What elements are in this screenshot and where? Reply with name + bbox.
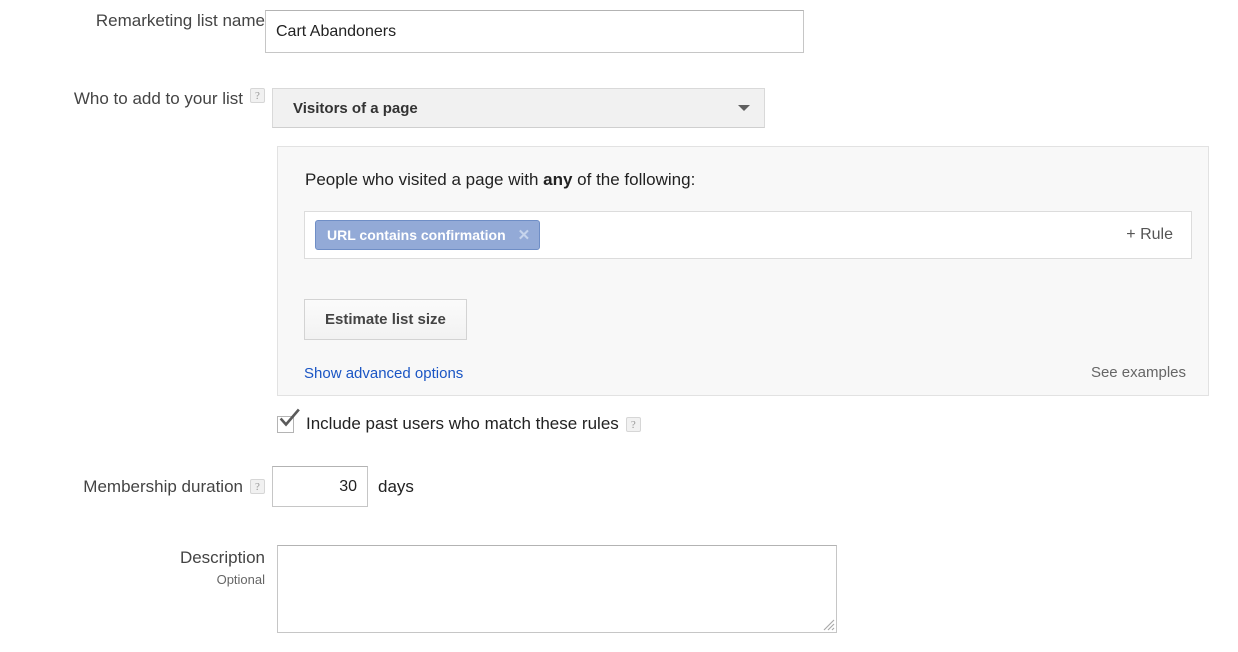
description-textarea[interactable]	[277, 545, 837, 633]
see-examples-link[interactable]: See examples	[1091, 364, 1186, 381]
rule-chip-container: URL contains confirmation ✕ + Rule	[304, 211, 1192, 259]
include-past-users-row: Include past users who match these rules…	[277, 414, 648, 434]
who-to-add-label: Who to add to your list	[0, 88, 243, 110]
remarketing-list-name-row: Remarketing list name	[0, 10, 804, 53]
checkmark-icon	[279, 410, 299, 430]
remarketing-list-name-input[interactable]	[265, 10, 804, 53]
who-to-add-row: Who to add to your list ? Visitors of a …	[0, 88, 765, 128]
rules-panel: People who visited a page with any of th…	[277, 146, 1209, 396]
who-to-add-help-icon[interactable]: ?	[250, 88, 265, 103]
membership-duration-help-icon[interactable]: ?	[250, 479, 265, 494]
remarketing-list-form: Remarketing list name Who to add to your…	[0, 0, 1238, 652]
chevron-down-icon	[738, 105, 750, 111]
who-to-add-dropdown[interactable]: Visitors of a page	[272, 88, 765, 128]
description-label: Description	[180, 548, 265, 567]
rules-heading-suffix: of the following:	[572, 170, 695, 189]
rule-chip[interactable]: URL contains confirmation ✕	[315, 220, 540, 250]
add-rule-button[interactable]: + Rule	[1126, 226, 1173, 244]
include-past-users-help-icon[interactable]: ?	[626, 417, 641, 432]
rules-heading-emphasis: any	[543, 170, 572, 189]
description-optional-label: Optional	[0, 571, 265, 589]
include-past-users-label[interactable]: Include past users who match these rules	[306, 414, 619, 434]
remarketing-list-name-label: Remarketing list name	[0, 10, 265, 32]
membership-duration-row: Membership duration ? days	[0, 466, 414, 507]
rules-heading-prefix: People who visited a page with	[305, 170, 543, 189]
close-icon[interactable]: ✕	[518, 228, 531, 243]
who-to-add-dropdown-value: Visitors of a page	[293, 100, 418, 117]
include-past-users-checkbox[interactable]	[277, 416, 294, 433]
estimate-list-size-button[interactable]: Estimate list size	[304, 299, 467, 340]
show-advanced-options-link[interactable]: Show advanced options	[304, 365, 463, 382]
rules-panel-heading: People who visited a page with any of th…	[278, 147, 1208, 191]
description-label-col: Description Optional	[0, 545, 265, 589]
rule-chip-label: URL contains confirmation	[327, 227, 506, 243]
membership-duration-unit: days	[378, 477, 414, 497]
description-area	[277, 545, 837, 633]
membership-duration-label: Membership duration	[0, 476, 243, 498]
description-row: Description Optional	[0, 545, 837, 633]
membership-duration-input[interactable]	[272, 466, 368, 507]
